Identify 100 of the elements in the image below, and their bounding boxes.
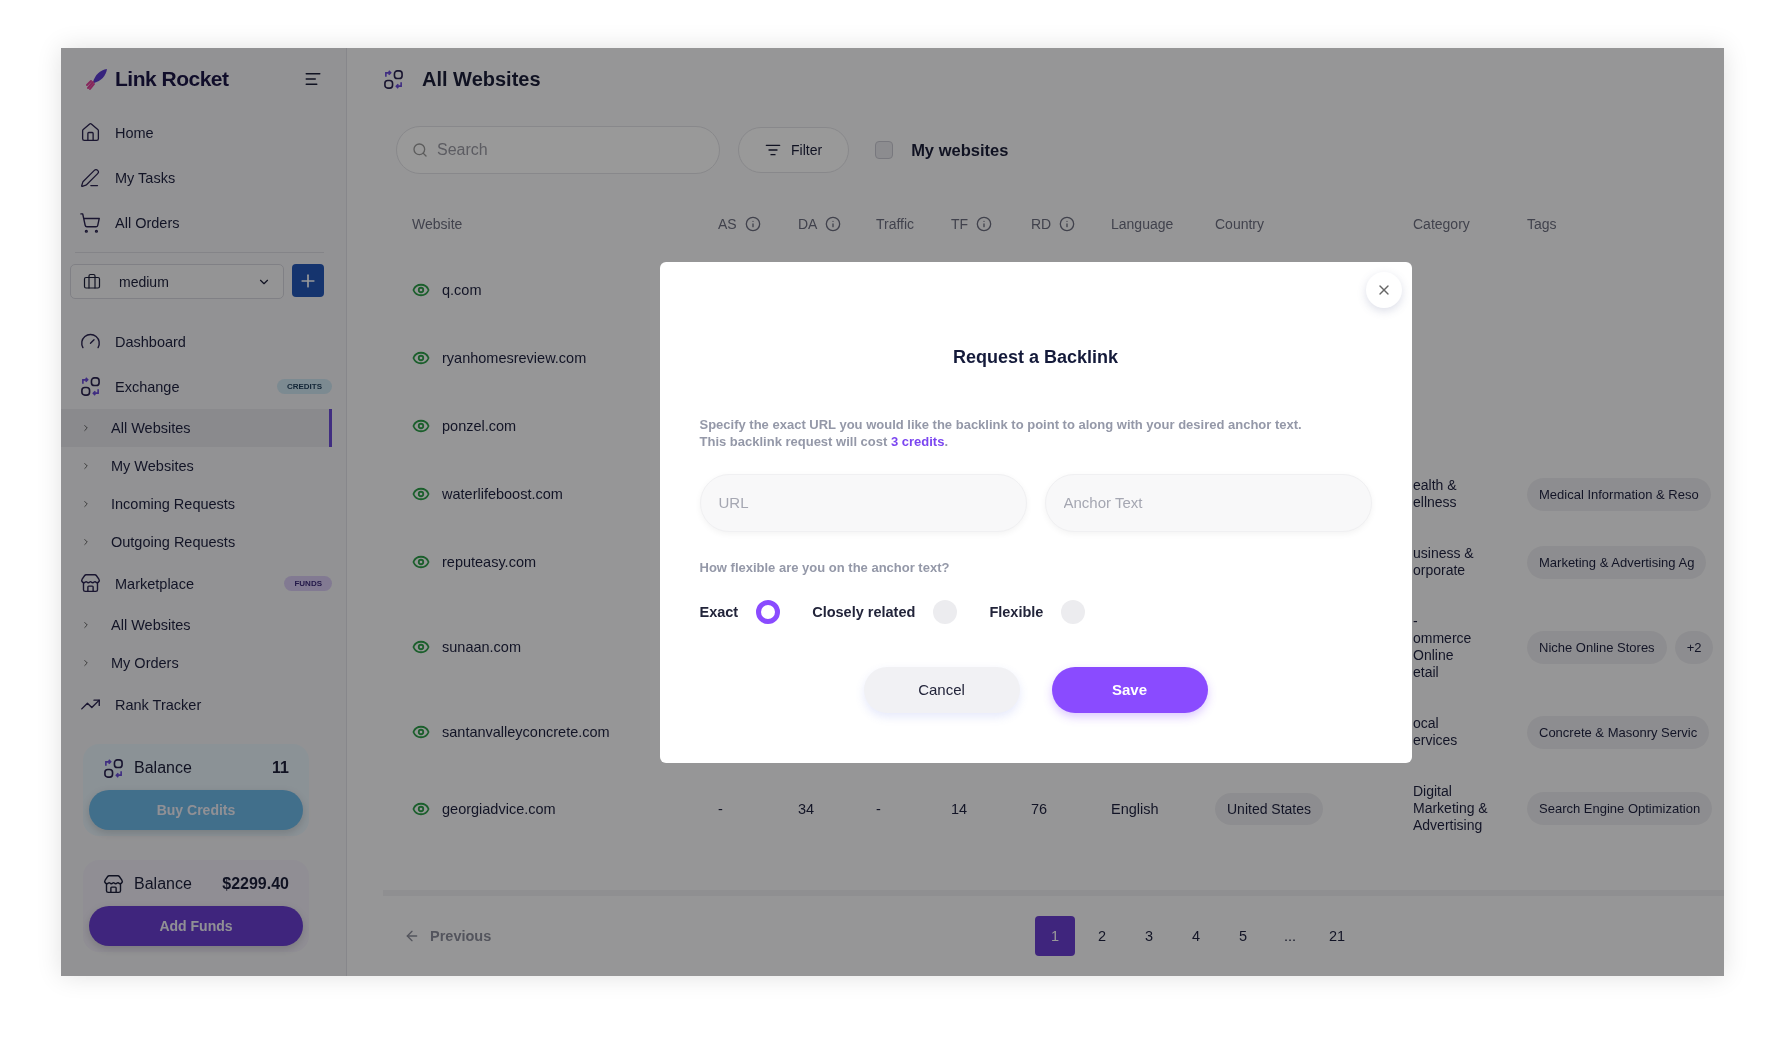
balance-button[interactable]: Add Funds xyxy=(89,906,303,946)
country-chip: United States xyxy=(1215,792,1324,825)
tag-chip: Concrete & Masonry Servic xyxy=(1527,715,1710,749)
category-cell-text: ealth & ellness xyxy=(1412,477,1458,511)
eye-icon[interactable] xyxy=(412,417,430,435)
home-icon xyxy=(79,122,101,143)
category-cell-text: Digital Marketing & Advertising xyxy=(1412,783,1489,834)
checkbox-label: My websites xyxy=(911,140,1009,160)
sidebar-item[interactable]: Rank Tracker xyxy=(115,696,202,713)
page-button[interactable]: 5 xyxy=(1223,916,1263,956)
tag-chip: +2 xyxy=(1674,630,1714,664)
text-field[interactable]: Anchor Text xyxy=(1044,473,1372,532)
add-button[interactable] xyxy=(292,264,324,297)
checkbox[interactable] xyxy=(875,141,894,159)
eye-icon[interactable] xyxy=(412,638,430,656)
text-field[interactable]: URL xyxy=(699,473,1027,532)
search-icon xyxy=(412,142,428,158)
website-cell: q.com xyxy=(442,282,482,298)
info-icon[interactable] xyxy=(976,216,993,232)
pencil-icon xyxy=(80,167,100,188)
table-cell: English xyxy=(1111,800,1159,817)
info-icon[interactable] xyxy=(825,216,842,232)
filter-button[interactable]: Filter xyxy=(738,127,850,173)
sidebar-subitem[interactable]: Incoming Requests xyxy=(61,485,332,523)
eye-icon[interactable] xyxy=(412,553,430,571)
eye-icon[interactable] xyxy=(412,281,430,299)
website-cell: ryanhomesreview.com xyxy=(442,350,587,366)
column-header: Category xyxy=(1413,216,1470,232)
page-button[interactable]: ... xyxy=(1270,916,1310,956)
exchange-icon xyxy=(383,68,404,90)
workspace-select[interactable]: medium xyxy=(70,264,284,299)
tag-chip: Medical Information & Reso xyxy=(1527,477,1711,511)
balance-amount: $2299.40 xyxy=(222,875,289,893)
page-button[interactable]: 2 xyxy=(1082,916,1122,956)
column-header: DA xyxy=(798,216,818,232)
website-cell: ponzel.com xyxy=(442,418,517,434)
question-text: How flexible are you on the anchor text? xyxy=(699,559,951,575)
website-cell: waterlifeboost.com xyxy=(442,486,563,502)
logo-text: Link Rocket xyxy=(115,67,230,91)
sidebar-item[interactable]: Marketplace xyxy=(115,575,194,592)
menu-icon[interactable] xyxy=(304,70,322,88)
filter-icon xyxy=(765,142,781,158)
table-cell: 14 xyxy=(951,800,968,817)
column-header: Country xyxy=(1215,216,1265,232)
sidebar-item[interactable]: Home xyxy=(61,110,346,155)
category-cell-text: usiness & orporate xyxy=(1412,545,1475,579)
option-label: Closely related xyxy=(812,603,916,620)
sidebar-item[interactable]: My Tasks xyxy=(61,155,346,200)
modal-title: Request a Backlink xyxy=(951,346,1120,368)
balance-label: Balance xyxy=(134,875,193,893)
column-header: Tags xyxy=(1527,216,1557,232)
tag-chip: Marketing & Advertising Ag xyxy=(1527,545,1707,579)
save-button[interactable]: Save xyxy=(1051,666,1208,713)
sidebar-subitem[interactable]: Outgoing Requests xyxy=(61,523,332,561)
sidebar-item[interactable]: Exchange xyxy=(115,378,180,395)
eye-icon[interactable] xyxy=(412,485,430,503)
column-header: TF xyxy=(951,216,969,232)
tag-chip: Niche Online Stores xyxy=(1527,630,1667,664)
website-cell: reputeasy.com xyxy=(442,554,537,570)
page-button[interactable]: 3 xyxy=(1129,916,1169,956)
search-field[interactable]: Search xyxy=(396,126,720,174)
column-header: RD xyxy=(1031,216,1052,232)
sidebar-subitem[interactable]: My Orders xyxy=(61,644,332,682)
option-label: Flexible xyxy=(989,603,1044,620)
sidebar-subitem[interactable]: My Websites xyxy=(61,447,332,485)
page-button[interactable]: 21 xyxy=(1317,916,1357,956)
rocket-icon xyxy=(85,67,109,91)
column-header: Language xyxy=(1111,216,1174,232)
store-icon xyxy=(103,873,124,895)
credits-link[interactable]: 3 credits xyxy=(890,433,945,449)
balance-label: Balance xyxy=(134,759,193,777)
sidebar-subitem[interactable]: All Websites xyxy=(61,606,332,644)
radio-button[interactable] xyxy=(756,599,781,624)
tag-chip: Search Engine Optimization xyxy=(1527,792,1713,825)
sidebar-item[interactable]: All Orders xyxy=(61,200,346,245)
website-cell: sunaan.com xyxy=(442,639,521,655)
info-icon[interactable] xyxy=(1059,216,1076,232)
column-header: AS xyxy=(718,216,737,232)
briefcase-icon xyxy=(83,272,101,291)
sidebar-badge: CREDITS xyxy=(276,379,332,394)
table-cell: 76 xyxy=(1031,800,1048,817)
page-button[interactable]: 1 xyxy=(1035,916,1075,956)
cart-icon xyxy=(79,211,101,234)
column-header: Website xyxy=(412,216,463,232)
website-cell: santanvalleyconcrete.com xyxy=(442,724,610,740)
website-cell: georgiadvice.com xyxy=(442,800,556,817)
modal-description: Specify the exact URL you would like the backlink to point to along with your desired anchor text. This backlink request will cost 3 credits. xyxy=(699,415,1303,450)
page-button[interactable]: 4 xyxy=(1176,916,1216,956)
eye-icon[interactable] xyxy=(412,723,430,741)
category-cell-text: - ommerce Online etail xyxy=(1412,613,1473,681)
close-button[interactable] xyxy=(1365,271,1402,308)
info-icon[interactable] xyxy=(744,216,761,232)
category-cell-text: ocal ervices xyxy=(1412,715,1459,749)
sidebar-item[interactable]: Dashboard xyxy=(115,333,186,350)
table-cell: - xyxy=(718,800,723,817)
cancel-button[interactable]: Cancel xyxy=(863,666,1020,713)
page-title: All Websites xyxy=(422,67,541,91)
sidebar-subitem[interactable]: All Websites xyxy=(61,409,332,447)
eye-icon[interactable] xyxy=(412,349,430,367)
option-label: Exact xyxy=(699,603,739,620)
